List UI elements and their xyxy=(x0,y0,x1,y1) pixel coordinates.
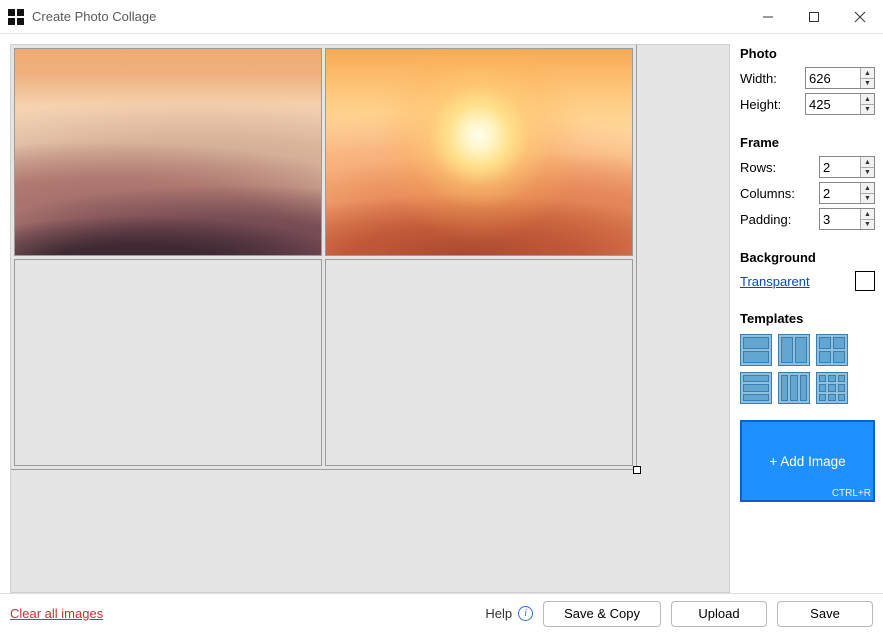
height-label: Height: xyxy=(740,97,805,112)
maximize-button[interactable] xyxy=(791,0,837,34)
clear-all-link[interactable]: Clear all images xyxy=(10,606,103,621)
collage-image xyxy=(326,49,632,255)
help-button[interactable]: Help i xyxy=(485,606,533,621)
width-down[interactable]: ▼ xyxy=(861,78,874,88)
width-up[interactable]: ▲ xyxy=(861,68,874,78)
width-label: Width: xyxy=(740,71,805,86)
cols-input[interactable] xyxy=(820,183,860,203)
padding-spinbox: ▲ ▼ xyxy=(819,208,875,230)
background-link[interactable]: Transparent xyxy=(740,274,810,289)
template-2rows[interactable] xyxy=(740,334,772,366)
template-3cols[interactable] xyxy=(778,372,810,404)
template-3x3[interactable] xyxy=(816,372,848,404)
rows-input[interactable] xyxy=(820,157,860,177)
background-header: Background xyxy=(740,250,875,265)
cols-down[interactable]: ▼ xyxy=(861,193,874,203)
canvas-area[interactable] xyxy=(10,44,730,593)
close-button[interactable] xyxy=(837,0,883,34)
padding-up[interactable]: ▲ xyxy=(861,209,874,219)
height-up[interactable]: ▲ xyxy=(861,94,874,104)
collage-cell[interactable] xyxy=(325,259,633,467)
background-swatch[interactable] xyxy=(855,271,875,291)
upload-button[interactable]: Upload xyxy=(671,601,767,627)
height-input[interactable] xyxy=(806,94,860,114)
add-image-button[interactable]: + Add Image CTRL+R xyxy=(740,420,875,502)
padding-input[interactable] xyxy=(820,209,860,229)
width-input[interactable] xyxy=(806,68,860,88)
cols-row: Columns: ▲ ▼ xyxy=(740,180,875,206)
footer: Clear all images Help i Save & Copy Uplo… xyxy=(0,593,883,633)
height-row: Height: ▲ ▼ xyxy=(740,91,875,117)
cols-spinbox: ▲ ▼ xyxy=(819,182,875,204)
padding-row: Padding: ▲ ▼ xyxy=(740,206,875,232)
width-row: Width: ▲ ▼ xyxy=(740,65,875,91)
info-icon: i xyxy=(518,606,533,621)
save-copy-button[interactable]: Save & Copy xyxy=(543,601,661,627)
rows-label: Rows: xyxy=(740,160,819,175)
height-spinbox: ▲ ▼ xyxy=(805,93,875,115)
padding-label: Padding: xyxy=(740,212,819,227)
rows-row: Rows: ▲ ▼ xyxy=(740,154,875,180)
window-title: Create Photo Collage xyxy=(32,9,156,24)
save-button[interactable]: Save xyxy=(777,601,873,627)
collage-cell[interactable] xyxy=(325,48,633,256)
titlebar: Create Photo Collage xyxy=(0,0,883,34)
collage-cell[interactable] xyxy=(14,48,322,256)
photo-header: Photo xyxy=(740,46,875,61)
templates-header: Templates xyxy=(740,311,875,326)
template-grid xyxy=(740,334,875,404)
template-2x2[interactable] xyxy=(816,334,848,366)
app-icon xyxy=(8,9,24,25)
frame-header: Frame xyxy=(740,135,875,150)
cols-label: Columns: xyxy=(740,186,819,201)
rows-down[interactable]: ▼ xyxy=(861,167,874,177)
add-image-label: + Add Image xyxy=(769,454,845,469)
add-image-shortcut: CTRL+R xyxy=(832,488,871,499)
background-row: Transparent xyxy=(740,269,875,293)
width-spinbox: ▲ ▼ xyxy=(805,67,875,89)
side-panel: Photo Width: ▲ ▼ Height: ▲ ▼ Frame xyxy=(740,44,875,593)
rows-spinbox: ▲ ▼ xyxy=(819,156,875,178)
client-area: Photo Width: ▲ ▼ Height: ▲ ▼ Frame xyxy=(0,34,883,593)
cols-up[interactable]: ▲ xyxy=(861,183,874,193)
template-2cols[interactable] xyxy=(778,334,810,366)
resize-handle[interactable] xyxy=(633,466,641,474)
minimize-button[interactable] xyxy=(745,0,791,34)
collage-image xyxy=(15,49,321,255)
collage-frame[interactable] xyxy=(11,45,637,470)
collage-cell[interactable] xyxy=(14,259,322,467)
rows-up[interactable]: ▲ xyxy=(861,157,874,167)
template-3rows[interactable] xyxy=(740,372,772,404)
height-down[interactable]: ▼ xyxy=(861,104,874,114)
padding-down[interactable]: ▼ xyxy=(861,219,874,229)
